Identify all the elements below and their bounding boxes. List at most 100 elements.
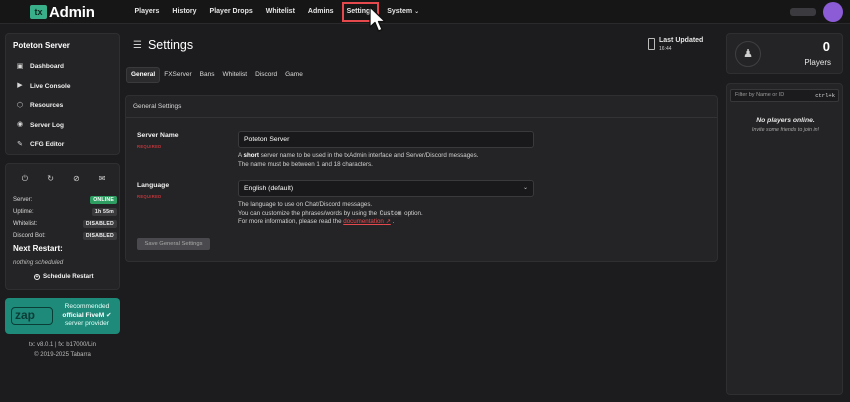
players-summary-card: ♟ 0 Players [726, 33, 843, 74]
server-status-card: ⏻ ↻ ⊘ ✉ Server: ONLINE Uptime: 1h 55m Wh… [5, 163, 120, 290]
language-select[interactable]: English (default) ⌄ [238, 180, 534, 197]
status-badge-whitelist: DISABLED [82, 220, 117, 228]
sidebar-item-label: Live Console [30, 82, 71, 90]
promo-line-2: official FiveM ✔ [57, 312, 117, 321]
promo-text: Recommended official FiveM ✔ server prov… [57, 303, 117, 329]
top-navbar: tx Admin Players History Player Drops Wh… [0, 0, 850, 24]
tab-bans[interactable]: Bans [196, 67, 219, 83]
promo-line-2-text: official FiveM [62, 311, 105, 319]
server-controls: ⏻ ↻ ⊘ ✉ [12, 173, 115, 184]
dashboard-icon: ▣ [16, 62, 24, 70]
server-name-help: A short server name to be used in the tx… [238, 152, 478, 169]
language-help-line-2: You can customize the phrases/words by u… [238, 209, 423, 219]
no-players-title: No players online. [756, 117, 815, 124]
tab-game[interactable]: Game [281, 67, 307, 83]
status-badge-online: ONLINE [90, 196, 117, 204]
section-title: General Settings [133, 103, 182, 110]
server-name-help-line-2: The name must be between 1 and 18 charac… [238, 160, 373, 168]
tab-whitelist[interactable]: Whitelist [219, 67, 252, 83]
announce-megaphone-icon[interactable]: ✉ [95, 173, 109, 184]
save-general-settings-button[interactable]: Save General Settings [137, 238, 210, 250]
help-text: You can customize the phrases/words by u… [238, 209, 379, 217]
sidebar-item-label: Dashboard [30, 63, 64, 71]
language-selected-value: English (default) [244, 185, 294, 192]
server-name-input[interactable] [238, 131, 534, 148]
help-text: . [392, 218, 395, 226]
nav-player-drops[interactable]: Player Drops [203, 0, 259, 24]
players-count: 0 [822, 39, 830, 54]
tab-fxserver[interactable]: FXServer [160, 67, 195, 83]
language-help-line-3: For more information, please read the do… [238, 218, 423, 227]
status-label: Uptime: [13, 209, 34, 215]
next-restart-value: nothing scheduled [13, 259, 64, 266]
last-updated-label: Last Updated [659, 37, 704, 44]
copyright-text: © 2019-2025 Tabarra [34, 352, 91, 358]
server-name: Poteton Server [13, 41, 70, 50]
nav-players[interactable]: Players [128, 0, 166, 24]
external-link-icon: ↗ [385, 218, 391, 226]
documentation-link[interactable]: documentation ↗ [343, 218, 391, 225]
terminal-icon: ▶ [17, 82, 23, 90]
sidebar-item-label: Server Log [30, 121, 64, 129]
nav-system-label: System [387, 8, 413, 15]
settings-tabs: General FXServer Bans Whitelist Discord … [126, 67, 307, 83]
version-footer: tx: v8.0.1 | fx: b17000/Lin © 2019-2025 … [5, 340, 120, 360]
server-name-help-line-1: A short server name to be used in the tx… [238, 152, 478, 161]
sidebar-item-dashboard[interactable]: ▣ Dashboard [16, 57, 70, 77]
status-badge-uptime: 1h 55m [91, 208, 117, 216]
power-off-icon[interactable]: ⏻ [18, 173, 32, 184]
zap-hosting-promo[interactable]: zap Recommended official FiveM ✔ server … [5, 298, 120, 334]
required-tag: REQUIRED [137, 144, 162, 149]
restart-icon[interactable]: ↻ [44, 173, 58, 184]
verified-check-icon: ✔ [106, 311, 112, 319]
status-row-uptime: Uptime: 1h 55m [13, 206, 117, 218]
users-icon: ♟ [735, 41, 761, 67]
help-text: For more information, please read the [238, 218, 344, 226]
server-name-label: Server Name [137, 132, 179, 139]
page-header: ☰ Settings [133, 38, 193, 52]
sidebar-item-label: CFG Editor [30, 141, 65, 149]
server-menu-card: Poteton Server ▣ Dashboard ▶ Live Consol… [5, 33, 120, 155]
file-edit-icon: ✎ [17, 140, 23, 148]
plus-circle-icon: + [34, 273, 40, 280]
schedule-restart-label: Schedule Restart [43, 273, 94, 280]
sidebar-item-resources[interactable]: ⬡ Resources [16, 96, 70, 116]
nav-admins[interactable]: Admins [301, 0, 340, 24]
status-label: Whitelist: [13, 221, 38, 227]
player-filter-input[interactable]: Filter by Name or ID ctrl+k [730, 89, 839, 102]
filter-placeholder: Filter by Name or ID [735, 92, 785, 98]
kick-all-icon[interactable]: ⊘ [69, 173, 83, 184]
required-tag: REQUIRED [137, 194, 162, 199]
sidebar-item-server-log[interactable]: ◉ Server Log [16, 116, 70, 136]
last-updated-value: 16:44 [659, 46, 672, 52]
language-help-line-1: The language to use on Chat/Discord mess… [238, 201, 373, 208]
zap-logo: zap [11, 307, 53, 325]
status-table: Server: ONLINE Uptime: 1h 55m Whitelist:… [13, 194, 117, 242]
promo-line-3: server provider [65, 320, 109, 327]
file-clock-icon [648, 38, 655, 50]
status-row-server: Server: ONLINE [13, 194, 117, 206]
username-blurred[interactable] [790, 8, 816, 16]
tab-general[interactable]: General [126, 67, 161, 83]
user-avatar[interactable] [823, 2, 843, 22]
help-text: option. [402, 209, 423, 217]
players-label: Players [804, 58, 831, 67]
schedule-restart-button[interactable]: + Schedule Restart [34, 273, 94, 280]
status-row-discord-bot: Discord Bot: DISABLED [13, 230, 117, 242]
next-restart-title: Next Restart: [13, 244, 63, 253]
txadmin-logo[interactable]: tx Admin [30, 3, 95, 21]
nav-history[interactable]: History [166, 0, 203, 24]
status-badge-discord: DISABLED [82, 232, 117, 240]
chevron-down-icon: ⌄ [414, 9, 420, 15]
tab-discord[interactable]: Discord [251, 67, 281, 83]
language-label: Language [137, 182, 170, 189]
help-bold: short [243, 152, 259, 159]
help-code: Custom [378, 209, 403, 217]
box-icon: ⬡ [16, 101, 24, 109]
nav-whitelist[interactable]: Whitelist [259, 0, 301, 24]
sidebar-item-label: Resources [30, 102, 64, 110]
sidebar-item-live-console[interactable]: ▶ Live Console [16, 77, 70, 97]
page-title: Settings [147, 38, 194, 52]
language-help: The language to use on Chat/Discord mess… [238, 201, 423, 227]
sidebar-item-cfg-editor[interactable]: ✎ CFG Editor [16, 135, 70, 155]
